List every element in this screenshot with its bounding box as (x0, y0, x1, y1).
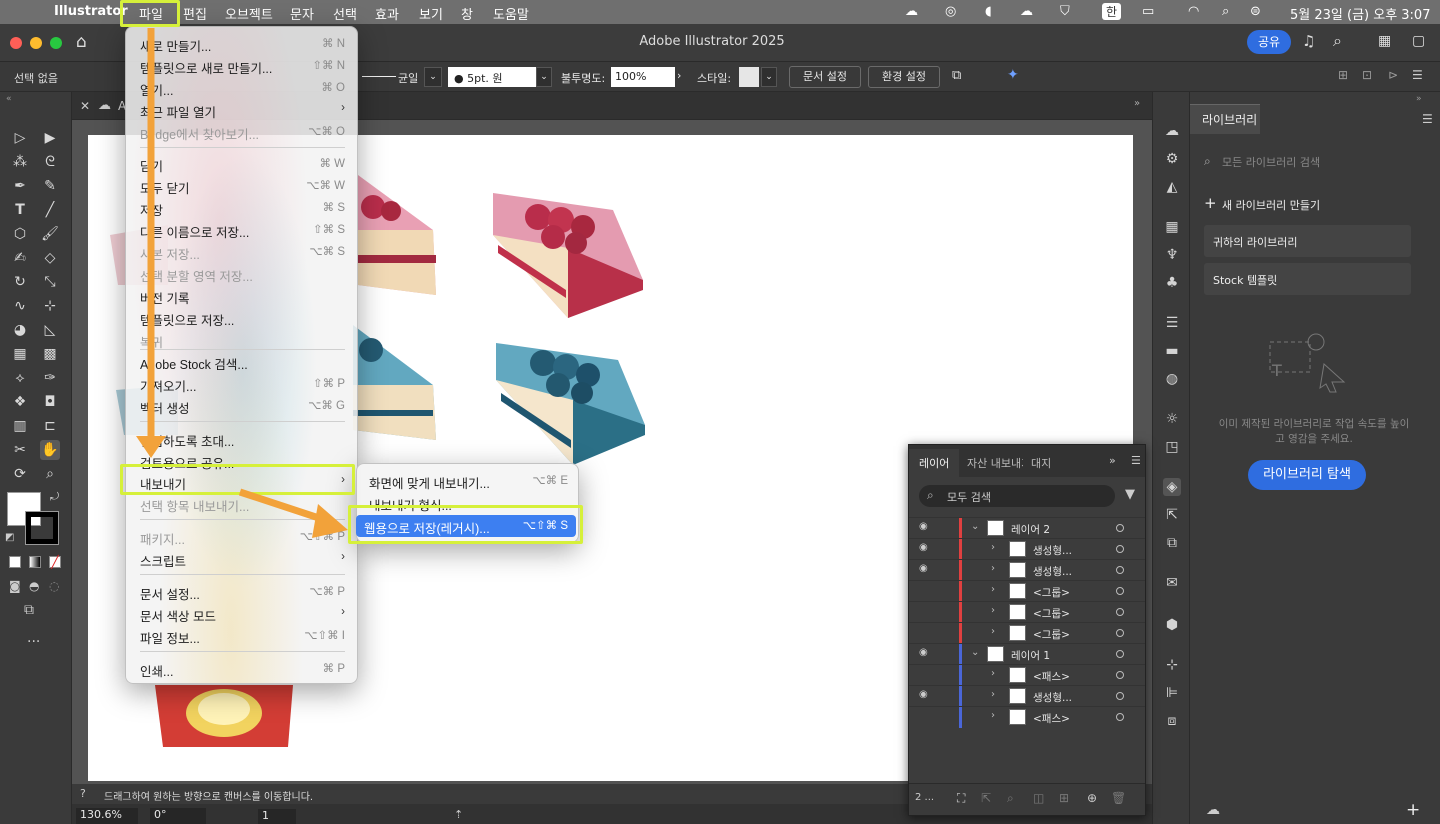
arrow-down-head (136, 436, 166, 458)
tutorial-arrows (136, 28, 348, 538)
arrow-diagonal-line (238, 488, 327, 524)
arrow-diagonal-head (312, 504, 348, 538)
